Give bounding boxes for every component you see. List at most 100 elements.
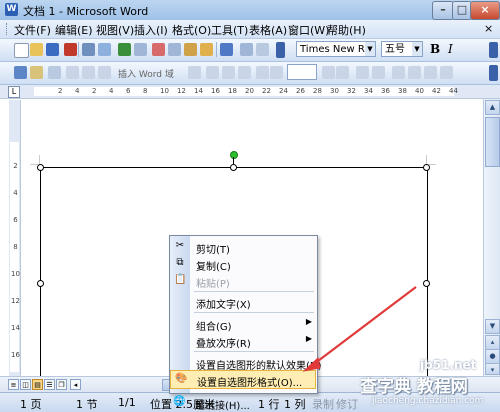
ruler-tick-label: 10 — [160, 87, 169, 95]
first-record-icon[interactable] — [256, 66, 269, 79]
resize-handle[interactable] — [230, 164, 237, 171]
web-view-icon[interactable]: ◫ — [20, 379, 31, 390]
tab-selector[interactable]: L — [8, 86, 20, 98]
resize-handle[interactable] — [423, 280, 430, 287]
menu-item-label: 设置自选图形的默认效果(D) — [196, 361, 322, 372]
maximize-button[interactable]: □ — [452, 1, 472, 20]
scroll-thumb[interactable] — [485, 117, 500, 167]
menu-file[interactable]: 文件(F) — [14, 22, 51, 38]
minimize-button[interactable]: – — [432, 1, 454, 20]
document-close-icon[interactable]: × — [484, 22, 493, 35]
match-fields-icon[interactable] — [222, 66, 235, 79]
print-preview-icon[interactable] — [98, 43, 111, 56]
close-button[interactable]: × — [470, 1, 500, 20]
check-errors-icon[interactable] — [372, 66, 385, 79]
main-document-setup-icon[interactable] — [14, 66, 27, 79]
menu-item-set-default[interactable]: 设置自选图形的默认效果(D) — [170, 354, 322, 372]
select-browse-object-icon[interactable]: ● — [485, 349, 500, 364]
chevron-down-icon[interactable]: ▼ — [412, 42, 422, 56]
outline-view-icon[interactable]: ☰ — [44, 379, 55, 390]
undo-icon[interactable] — [220, 43, 233, 56]
print-layout-view-icon[interactable]: ▤ — [32, 379, 43, 390]
italic-button[interactable]: I — [448, 42, 453, 56]
resize-handle[interactable] — [423, 164, 430, 171]
ruler-track[interactable]: 2 4 2 4 6 8 10 12 14 16 18 20 22 24 26 28 30 32 34 36 38 40 42… — [34, 87, 458, 96]
insert-address-icon[interactable] — [66, 66, 79, 79]
table-icon[interactable] — [256, 43, 269, 56]
rotate-handle[interactable] — [230, 151, 238, 159]
menu-view[interactable]: 视图(V) — [96, 22, 134, 38]
open-folder-icon[interactable] — [30, 43, 43, 56]
last-record-icon[interactable] — [336, 66, 349, 79]
menu-format[interactable]: 格式(O) — [172, 22, 211, 38]
menu-item-copy[interactable]: ⧉ 复制(C) — [170, 255, 317, 273]
menu-item-hyperlink[interactable]: 🌐 超链接(H)... — [169, 394, 316, 412]
merge-to-document-icon[interactable] — [392, 66, 405, 79]
menu-window[interactable]: 窗口(W) — [288, 22, 329, 38]
merge-to-printer-icon[interactable] — [408, 66, 421, 79]
menu-tools[interactable]: 工具(T) — [211, 22, 248, 38]
menu-item-order[interactable]: 叠放次序(R) ▶ — [170, 332, 317, 350]
next-record-icon[interactable] — [322, 66, 335, 79]
scroll-down-icon[interactable]: ▼ — [485, 319, 500, 334]
menu-table[interactable]: 表格(A) — [249, 22, 287, 38]
menu-help[interactable]: 帮助(H) — [327, 22, 366, 38]
font-name-select[interactable]: Times New Roman ▼ — [296, 41, 376, 57]
menubar-grip[interactable] — [6, 23, 10, 35]
resize-handle[interactable] — [37, 280, 44, 287]
open-data-source-icon[interactable] — [30, 66, 43, 79]
previous-record-icon[interactable] — [270, 66, 283, 79]
paste-icon[interactable] — [184, 43, 197, 56]
toolbar-options-icon[interactable] — [276, 42, 285, 58]
merge-to-fax-icon[interactable] — [440, 66, 453, 79]
insert-greeting-icon[interactable] — [82, 66, 95, 79]
record-number-input[interactable] — [287, 64, 317, 80]
vertical-ruler[interactable]: 2 4 6 8 10 12 14 16 — [9, 100, 21, 376]
permission-icon[interactable] — [64, 43, 77, 56]
resize-handle[interactable] — [37, 164, 44, 171]
scroll-left-icon[interactable]: ◂ — [70, 379, 81, 390]
cut-icon[interactable] — [152, 43, 165, 56]
vertical-ruler-track[interactable]: 2 4 6 8 10 12 14 16 — [10, 142, 20, 372]
toolbar-options-icon[interactable] — [489, 65, 498, 81]
redo-icon[interactable] — [240, 43, 253, 56]
menu-insert[interactable]: 插入(I) — [134, 22, 168, 38]
print-icon[interactable] — [82, 43, 95, 56]
status-track-changes[interactable]: 修订 — [336, 396, 358, 412]
reading-layout-icon[interactable]: ❐ — [56, 379, 67, 390]
toolbar-options-icon[interactable] — [489, 42, 498, 58]
bold-button[interactable]: B — [430, 42, 440, 56]
new-document-icon[interactable] — [14, 43, 29, 58]
save-icon[interactable] — [46, 43, 59, 56]
propagate-labels-icon[interactable] — [238, 66, 251, 79]
menu-item-label: 超链接(H)... — [195, 401, 250, 412]
menu-item-cut[interactable]: ✂ 剪切(T) — [170, 238, 317, 256]
menu-item-format-autoshape[interactable]: 🎨 设置自选图形格式(O)... — [170, 370, 316, 389]
scroll-up-icon[interactable]: ▲ — [485, 100, 500, 115]
merge-to-email-icon[interactable] — [424, 66, 437, 79]
spelling-icon[interactable] — [118, 43, 131, 56]
highlight-fields-icon[interactable] — [206, 66, 219, 79]
normal-view-icon[interactable]: ≡ — [8, 379, 19, 390]
format-painter-icon[interactable] — [200, 43, 213, 56]
vertical-ruler-tick-label: 8 — [13, 243, 18, 251]
copy-icon[interactable] — [168, 43, 181, 56]
next-page-icon[interactable]: ▾ — [485, 363, 500, 375]
font-size-select[interactable]: 五号 ▼ — [381, 41, 423, 57]
vertical-scrollbar[interactable]: ▲ ▼ ▴ ● ▾ — [483, 99, 500, 376]
insert-merge-field-icon[interactable] — [98, 66, 111, 79]
view-merged-data-icon[interactable] — [188, 66, 201, 79]
insert-word-field-button[interactable]: 插入 Word 域 — [118, 67, 174, 80]
find-entry-icon[interactable] — [356, 66, 369, 79]
previous-page-icon[interactable]: ▴ — [485, 335, 500, 350]
menu-item-paste[interactable]: 📋 粘贴(P) — [170, 272, 317, 290]
menu-edit[interactable]: 编辑(E) — [55, 22, 93, 38]
menu-item-group[interactable]: 组合(G) ▶ — [170, 315, 317, 333]
horizontal-ruler[interactable]: L 2 4 2 4 6 8 10 12 14 16 18 20 22 24 26 28 30 32 34 36 38 40… — [0, 85, 500, 99]
menu-item-add-text[interactable]: 添加文字(X) — [170, 293, 317, 311]
word-app-icon[interactable]: W — [5, 3, 18, 16]
research-icon[interactable] — [134, 43, 147, 56]
recipients-icon[interactable] — [48, 66, 61, 79]
standard-toolbar: Times New Roman ▼ 五号 ▼ B I — [0, 39, 500, 62]
chevron-down-icon[interactable]: ▼ — [365, 42, 375, 56]
